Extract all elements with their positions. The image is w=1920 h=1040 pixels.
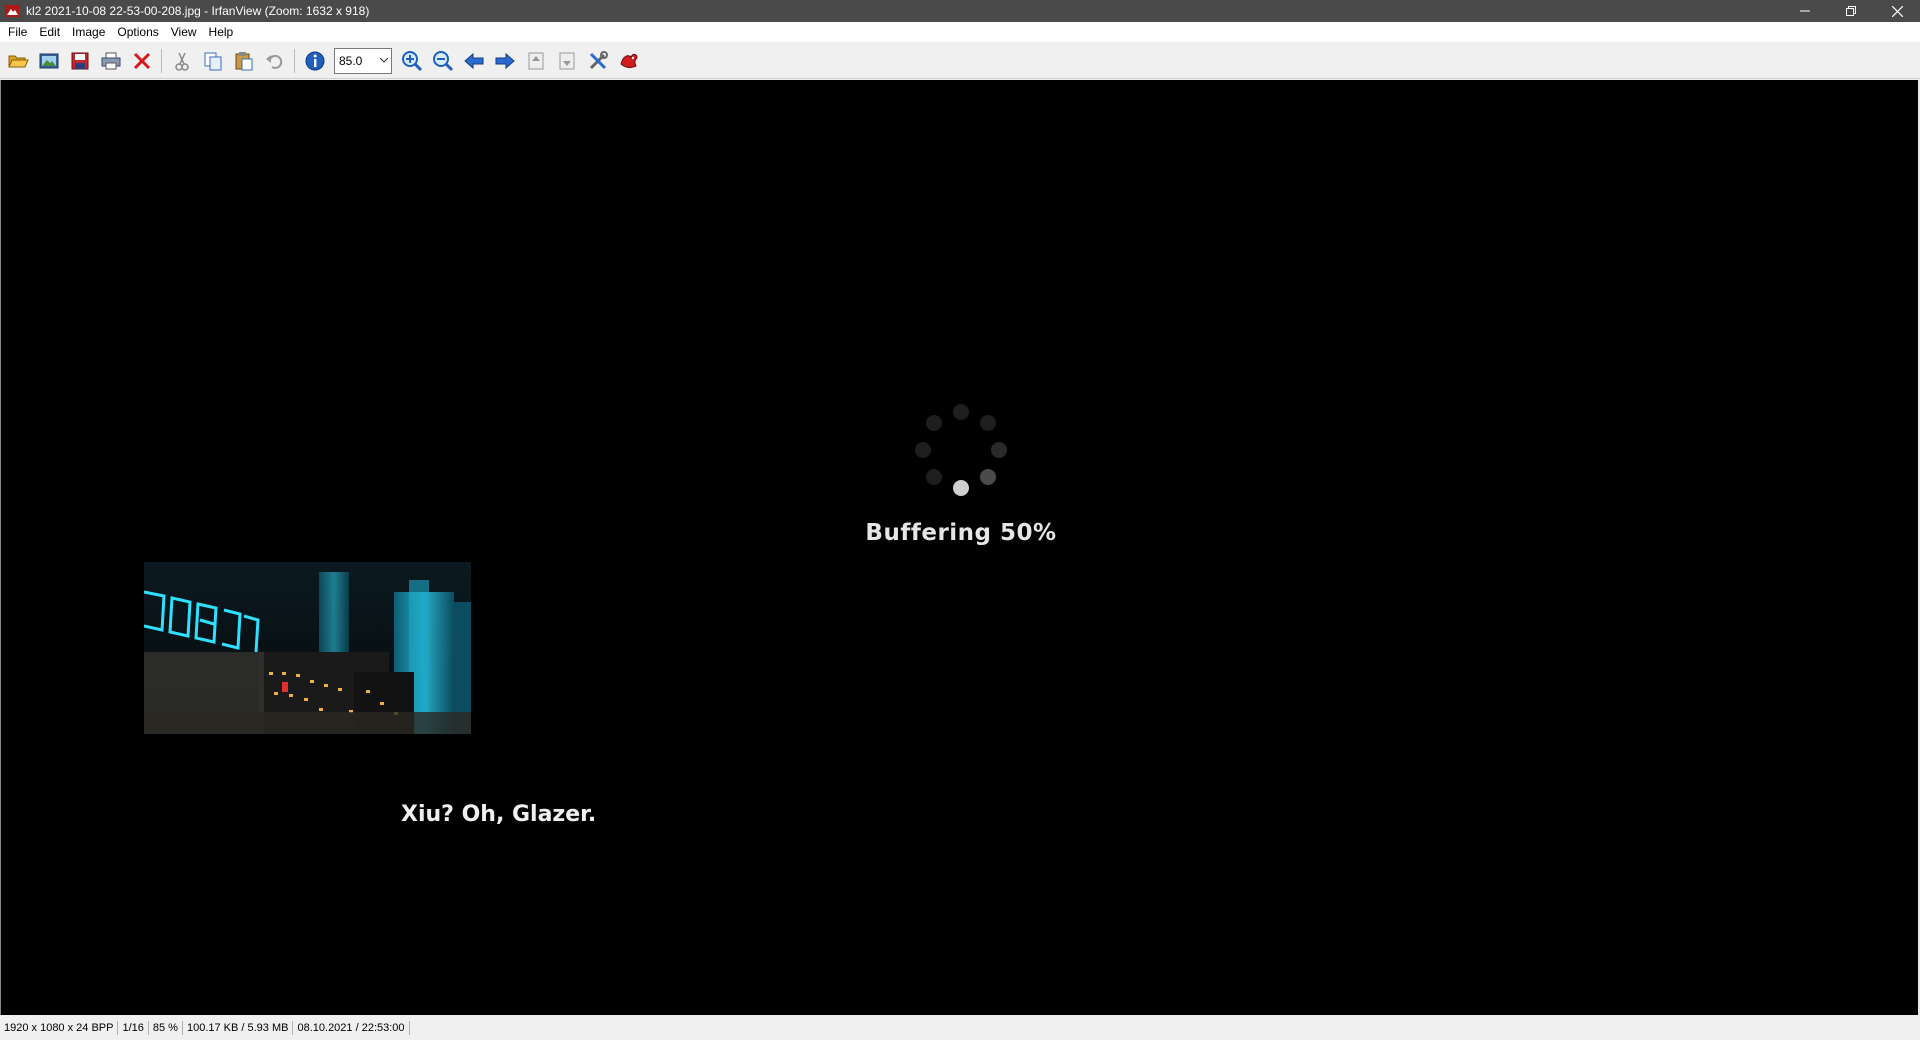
spinner-dot bbox=[953, 480, 969, 496]
menu-bar: File Edit Image Options View Help bbox=[0, 22, 1920, 43]
zoom-in-icon bbox=[401, 50, 422, 71]
spinner-dot bbox=[926, 415, 943, 432]
undo-icon bbox=[265, 54, 282, 69]
zoom-combo[interactable]: 85.0 bbox=[334, 47, 392, 74]
cut-icon bbox=[174, 52, 189, 71]
page-down-button[interactable] bbox=[551, 47, 582, 75]
status-zoom: 85 % bbox=[149, 1020, 183, 1035]
print-icon bbox=[101, 52, 120, 69]
chevron-down-icon[interactable] bbox=[377, 49, 391, 73]
save-button[interactable] bbox=[64, 47, 95, 75]
copy-button[interactable] bbox=[197, 47, 228, 75]
spinner-dot bbox=[991, 442, 1007, 458]
undo-button[interactable] bbox=[259, 47, 290, 75]
window-title: kl2 2021-10-08 22-53-00-208.jpg - IrfanV… bbox=[26, 4, 370, 18]
status-size: 100.17 KB / 5.93 MB bbox=[183, 1020, 294, 1035]
loading-spinner bbox=[913, 402, 1009, 498]
open-button[interactable] bbox=[2, 47, 33, 75]
print-button[interactable] bbox=[95, 47, 126, 75]
subtitle-text: Xiu? Oh, Glazer. bbox=[401, 802, 597, 827]
toolbar-separator bbox=[161, 48, 162, 73]
spinner-dot bbox=[926, 468, 943, 485]
status-bar: 1920 x 1080 x 24 BPP 1/16 85 % 100.17 KB… bbox=[0, 1015, 1920, 1040]
zoom-value[interactable]: 85.0 bbox=[335, 54, 377, 68]
menu-edit[interactable]: Edit bbox=[33, 22, 66, 43]
menu-image[interactable]: Image bbox=[66, 22, 111, 43]
settings-button[interactable] bbox=[582, 47, 613, 75]
spinner-dot bbox=[915, 442, 931, 458]
about-button[interactable] bbox=[613, 47, 644, 75]
irfanview-app-icon[interactable] bbox=[4, 3, 20, 19]
paste-icon bbox=[235, 51, 252, 70]
status-index: 1/16 bbox=[118, 1020, 149, 1035]
info-icon bbox=[305, 51, 324, 70]
slideshow-button[interactable] bbox=[33, 47, 64, 75]
menu-help[interactable]: Help bbox=[203, 22, 240, 43]
status-datetime: 08.10.2021 / 22:53:00 bbox=[293, 1020, 410, 1035]
irfanview-logo-icon bbox=[619, 53, 638, 68]
spinner-dot bbox=[979, 468, 996, 485]
window-controls bbox=[1782, 0, 1920, 22]
zoom-in-button[interactable] bbox=[396, 47, 427, 75]
title-bar: kl2 2021-10-08 22-53-00-208.jpg - IrfanV… bbox=[0, 0, 1920, 22]
delete-icon bbox=[133, 52, 150, 69]
page-up-icon bbox=[528, 52, 543, 69]
next-arrow-icon bbox=[495, 52, 515, 69]
toolbar: 85.0 bbox=[0, 43, 1920, 79]
close-button[interactable] bbox=[1874, 0, 1920, 22]
cut-button[interactable] bbox=[166, 47, 197, 75]
open-folder-icon bbox=[7, 55, 29, 67]
zoom-out-icon bbox=[432, 50, 453, 71]
toolbar-separator bbox=[294, 48, 295, 73]
spinner-dot bbox=[979, 415, 996, 432]
spinner-dot bbox=[953, 404, 969, 420]
previous-button[interactable] bbox=[458, 47, 489, 75]
menu-options[interactable]: Options bbox=[111, 22, 164, 43]
menu-file[interactable]: File bbox=[2, 22, 33, 43]
next-button[interactable] bbox=[489, 47, 520, 75]
image-viewer[interactable]: Buffering 50% Xiu? Oh, Glazer. bbox=[0, 80, 1920, 1015]
minimize-button[interactable] bbox=[1782, 0, 1828, 22]
buffering-text: Buffering 50% bbox=[865, 520, 1057, 546]
page-up-button[interactable] bbox=[520, 47, 551, 75]
info-button[interactable] bbox=[299, 47, 330, 75]
settings-tools-icon bbox=[589, 50, 608, 69]
slideshow-icon bbox=[39, 53, 58, 68]
copy-icon bbox=[204, 52, 221, 70]
status-dimensions: 1920 x 1080 x 24 BPP bbox=[0, 1020, 119, 1035]
zoom-out-button[interactable] bbox=[427, 47, 458, 75]
page-down-icon bbox=[559, 52, 574, 69]
delete-button[interactable] bbox=[126, 47, 157, 75]
menu-view[interactable]: View bbox=[165, 22, 203, 43]
previous-arrow-icon bbox=[463, 52, 483, 69]
save-icon bbox=[71, 52, 88, 69]
city-thumbnail-image bbox=[144, 562, 471, 734]
paste-button[interactable] bbox=[228, 47, 259, 75]
restore-button[interactable] bbox=[1828, 0, 1874, 22]
